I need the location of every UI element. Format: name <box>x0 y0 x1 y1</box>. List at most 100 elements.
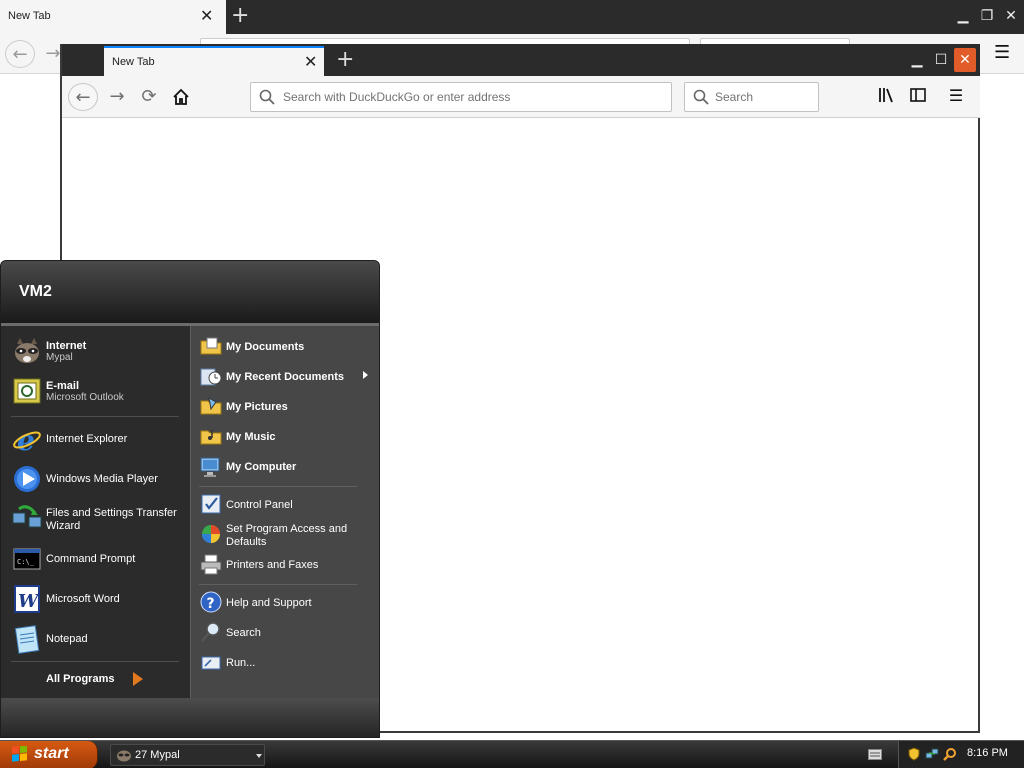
back-tab-strip: New Tab ✕ + ▁ ❐ ✕ <box>0 0 1024 34</box>
recent-documents-icon <box>200 368 222 386</box>
place-my-recent-documents-title: My Recent Documents <box>226 371 344 383</box>
setting-program-access[interactable]: Set Program Access and Defaults <box>197 521 377 549</box>
recent-files-settings-transfer[interactable]: Files and Settings Transfer Wizard <box>9 501 187 537</box>
all-programs-separator <box>11 661 179 662</box>
place-my-documents[interactable]: My Documents <box>197 333 377 361</box>
search-icon[interactable] <box>943 747 957 761</box>
documents-folder-icon <box>200 337 222 355</box>
user-name: VM2 <box>19 283 52 300</box>
search-bar[interactable]: Search <box>684 82 819 112</box>
taskbar-mypal-label: 27 Mypal <box>135 749 180 761</box>
back-tab[interactable]: New Tab ✕ <box>0 0 226 34</box>
start-menu-footer <box>1 698 379 737</box>
place-my-computer-title: My Computer <box>226 461 297 473</box>
recent-command-prompt[interactable]: C:\_ Command Prompt <box>9 541 187 577</box>
submenu-arrow-icon <box>363 371 368 379</box>
search-bar-placeholder: Search <box>715 90 754 104</box>
network-icon[interactable] <box>925 747 939 761</box>
run-item[interactable]: Run... <box>197 649 377 677</box>
media-player-icon <box>14 466 40 492</box>
security-shield-icon[interactable] <box>907 747 921 761</box>
svg-text:?: ? <box>207 596 215 612</box>
setting-printers-faxes-title: Printers and Faxes <box>226 559 319 571</box>
place-my-computer[interactable]: My Computer <box>197 453 377 481</box>
address-bar[interactable]: Search with DuckDuckGo or enter address <box>250 82 672 112</box>
sidebar-icon[interactable] <box>908 86 928 106</box>
back-hamburger-menu-icon[interactable]: ☰ <box>994 42 1010 63</box>
library-icon[interactable] <box>876 86 896 106</box>
music-folder-icon <box>200 430 222 445</box>
pinned-internet[interactable]: Internet Mypal <box>9 333 187 369</box>
pinned-email[interactable]: E-mail Microsoft Outlook <box>9 373 187 409</box>
recent-microsoft-word[interactable]: W Microsoft Word <box>9 581 187 617</box>
forward-arrow-icon[interactable]: → <box>102 83 132 111</box>
system-tray: 8:16 PM <box>898 741 1024 768</box>
setting-control-panel[interactable]: Control Panel <box>197 491 377 519</box>
recent-command-prompt-title: Command Prompt <box>46 553 136 565</box>
place-my-music-title: My Music <box>226 431 276 443</box>
recent-notepad-title: Notepad <box>46 633 88 645</box>
raccoon-browser-icon <box>117 750 131 762</box>
internet-explorer-icon: e <box>13 424 41 455</box>
back-back-arrow-icon[interactable]: ← <box>5 40 35 68</box>
setting-printers-faxes[interactable]: Printers and Faxes <box>197 551 377 579</box>
back-new-tab-button[interactable]: + <box>231 3 249 28</box>
place-my-pictures-title: My Pictures <box>226 401 288 413</box>
place-my-pictures[interactable]: My Pictures <box>197 393 377 421</box>
run-item-title: Run... <box>226 657 256 669</box>
back-close-icon[interactable]: ✕ <box>1000 4 1022 28</box>
svg-text:W: W <box>18 591 40 612</box>
command-prompt-icon: C:\_ <box>13 548 41 570</box>
recent-files-settings-transfer-title-line2: Wizard <box>46 520 81 532</box>
recent-internet-explorer[interactable]: e Internet Explorer <box>9 421 187 457</box>
svg-text:C:\_: C:\_ <box>17 558 35 566</box>
pinned-separator <box>11 416 179 417</box>
new-tab-button[interactable]: + <box>336 47 354 72</box>
maximize-icon[interactable]: ☐ <box>930 48 952 72</box>
transfer-wizard-icon <box>12 505 42 528</box>
taskbar-mypal-group[interactable]: 27 Mypal <box>110 744 265 766</box>
help-icon: ? <box>200 591 222 613</box>
setting-control-panel-title: Control Panel <box>226 499 293 511</box>
keyboard-icon[interactable] <box>868 749 882 760</box>
reload-icon[interactable]: ⟳ <box>134 83 164 111</box>
recent-windows-media-player[interactable]: Windows Media Player <box>9 461 187 497</box>
hamburger-menu-icon[interactable]: ☰ <box>946 86 966 106</box>
back-restore-icon[interactable]: ❐ <box>976 4 998 28</box>
home-icon[interactable] <box>166 83 196 111</box>
place-my-documents-title: My Documents <box>226 341 305 353</box>
run-icon <box>201 656 221 670</box>
back-minimize-icon[interactable]: ▁ <box>952 4 974 28</box>
pictures-folder-icon <box>200 397 222 415</box>
minimize-icon[interactable]: ▁ <box>906 48 928 72</box>
front-tab-close-icon[interactable]: ✕ <box>304 52 317 71</box>
back-arrow-icon[interactable]: ← <box>68 83 98 111</box>
front-tab-strip: New Tab ✕ + ▁ ☐ ✕ <box>62 44 980 76</box>
front-tab-title: New Tab <box>112 56 155 68</box>
place-my-music[interactable]: My Music <box>197 423 377 451</box>
search-item[interactable]: Search <box>197 619 377 647</box>
places-separator <box>199 486 357 487</box>
pinned-email-subtitle: Microsoft Outlook <box>46 392 124 403</box>
clock[interactable]: 8:16 PM <box>967 747 1008 759</box>
all-programs-arrow-icon <box>133 672 143 686</box>
control-panel-icon <box>201 494 221 514</box>
taskbar: start 27 Mypal 8:16 PM <box>0 740 1024 768</box>
help-and-support[interactable]: ? Help and Support <box>197 589 377 617</box>
close-icon[interactable]: ✕ <box>954 48 976 72</box>
search-icon <box>693 89 709 105</box>
start-button[interactable]: start <box>0 741 98 768</box>
raccoon-browser-icon <box>15 338 39 363</box>
computer-icon <box>200 457 220 477</box>
recent-notepad[interactable]: Notepad <box>9 621 187 657</box>
back-tab-close-icon[interactable]: ✕ <box>200 6 213 25</box>
search-item-title: Search <box>226 627 261 639</box>
search-icon <box>201 622 220 642</box>
settings-separator <box>199 584 357 585</box>
printer-icon <box>200 554 222 575</box>
pinned-internet-subtitle: Mypal <box>46 352 73 363</box>
front-tab[interactable]: New Tab ✕ <box>104 46 324 76</box>
all-programs-button[interactable]: All Programs <box>46 673 114 685</box>
place-my-recent-documents[interactable]: My Recent Documents <box>197 363 377 391</box>
navigation-toolbar: ← → ⟳ Search with DuckDuckGo or enter ad… <box>62 76 980 118</box>
